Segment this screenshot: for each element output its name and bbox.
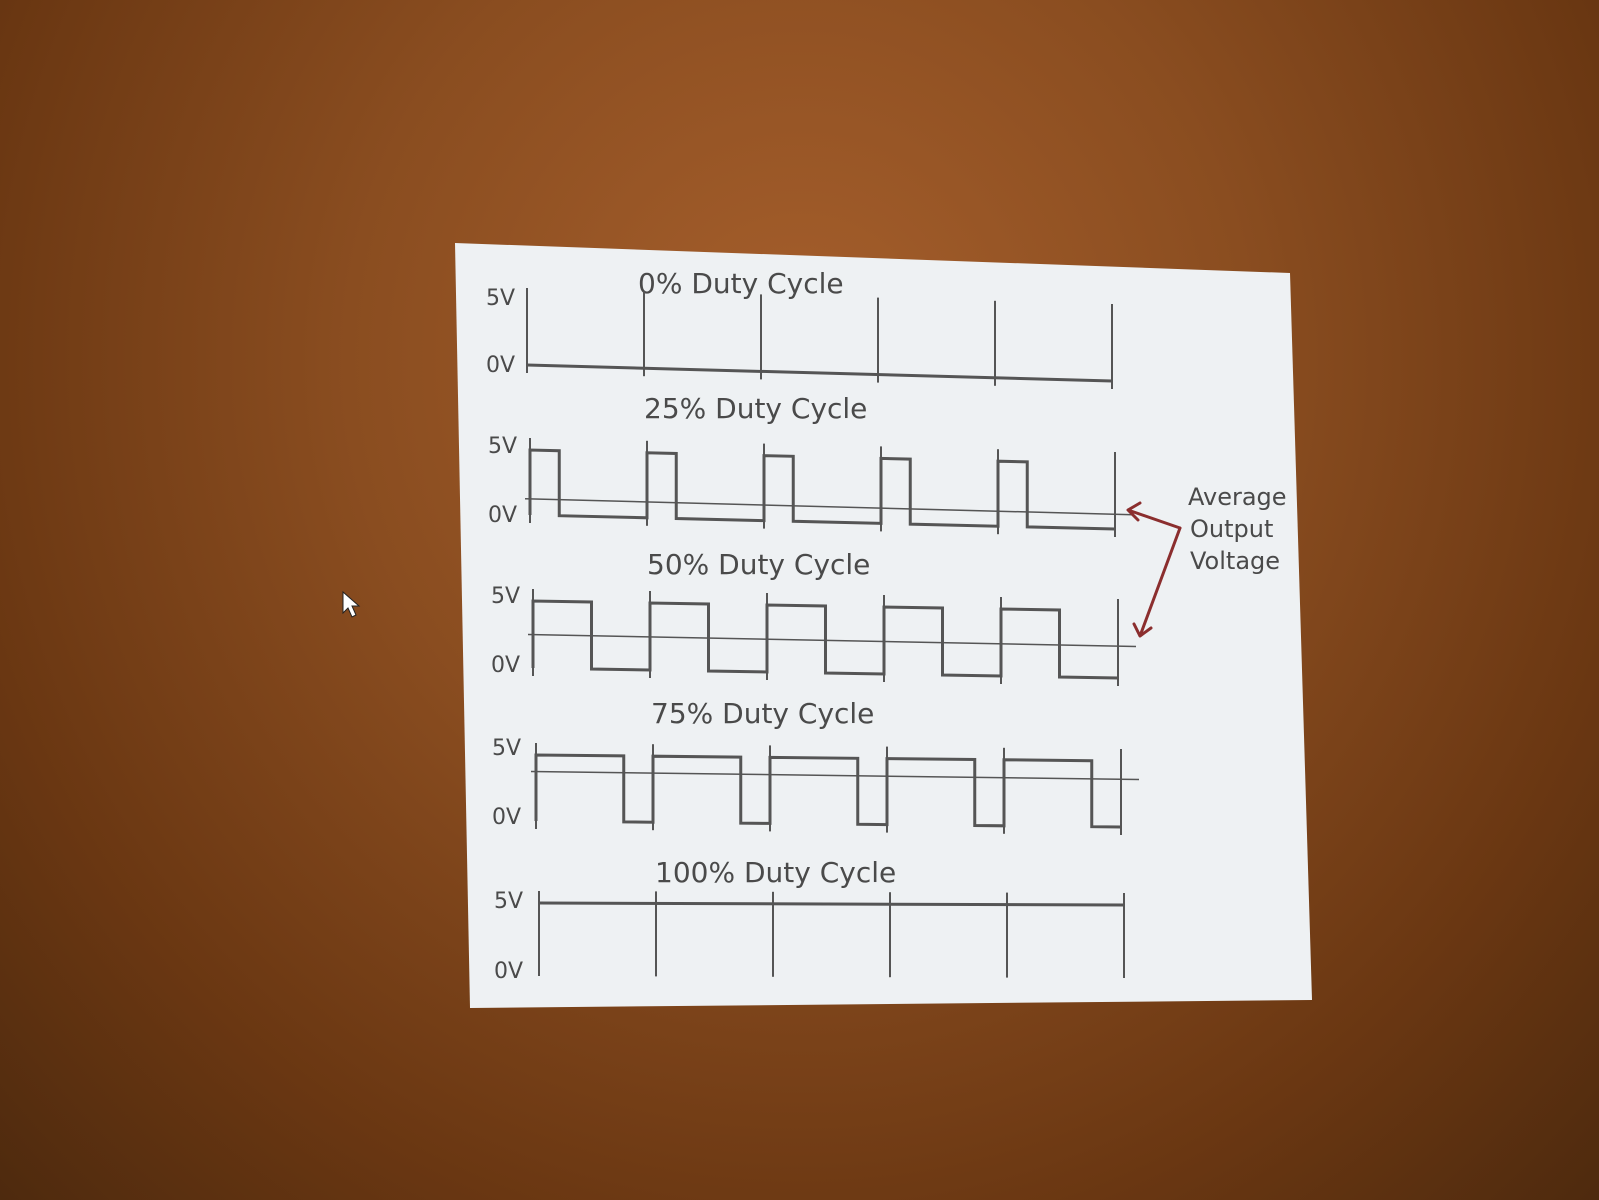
low-label-100: 0V (494, 959, 523, 984)
high-label-100: 5V (494, 889, 523, 914)
low-label-75: 0V (492, 805, 521, 830)
annotation-line-3: Voltage (1190, 547, 1280, 575)
pulse-signal (538, 901, 1125, 907)
annotation-line-1: Average (1188, 483, 1287, 511)
panel-title-100: 100% Duty Cycle (655, 856, 896, 889)
panel-title-75: 75% Duty Cycle (651, 697, 874, 730)
low-label-50: 0V (491, 653, 520, 678)
high-label-50: 5V (491, 584, 520, 609)
low-label-0: 0V (486, 353, 515, 378)
panel-title-0: 0% Duty Cycle (638, 267, 844, 300)
low-label-25: 0V (488, 503, 517, 528)
high-label-0: 5V (486, 286, 515, 311)
high-label-75: 5V (492, 736, 521, 761)
high-label-25: 5V (488, 434, 517, 459)
mouse-cursor-icon (342, 590, 361, 618)
annotation-line-2: Output (1190, 515, 1273, 543)
projection-photo: 0% Duty Cycle 25% Duty Cycle 50% Duty Cy… (342, 243, 1312, 1008)
panel-title-50: 50% Duty Cycle (647, 548, 870, 581)
panel-title-25: 25% Duty Cycle (644, 392, 867, 425)
